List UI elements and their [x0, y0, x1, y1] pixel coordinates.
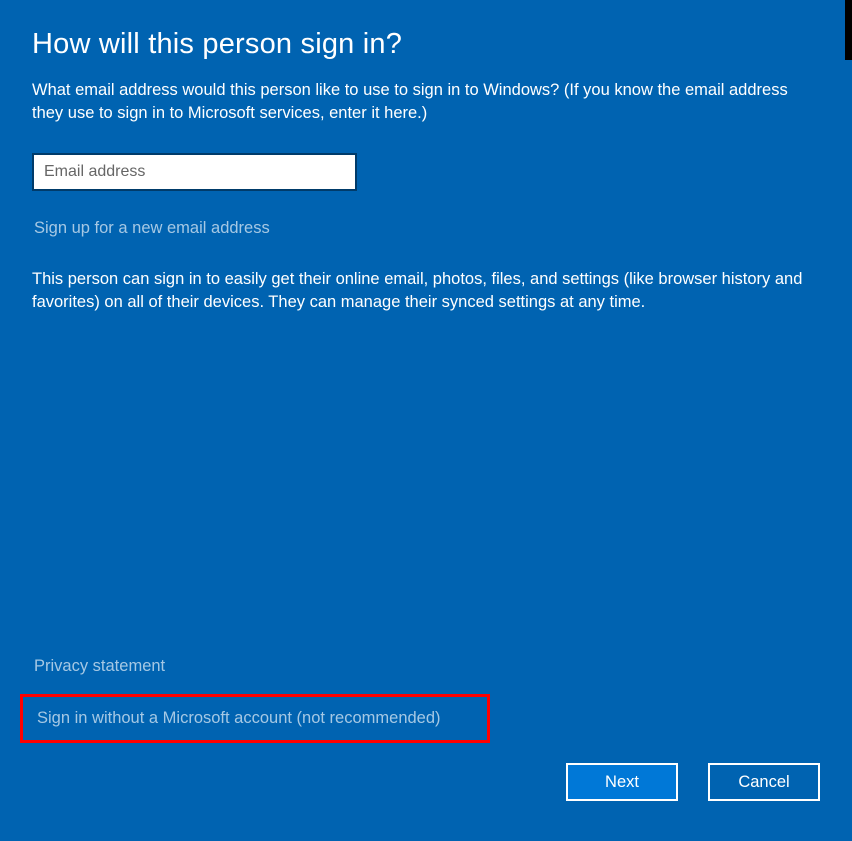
email-input[interactable] [32, 153, 357, 191]
scrollbar-indicator [845, 0, 852, 60]
privacy-statement-link[interactable]: Privacy statement [34, 657, 165, 676]
next-button[interactable]: Next [566, 763, 678, 801]
dialog-content: How will this person sign in? What email… [0, 0, 852, 841]
sync-description-text: This person can sign in to easily get th… [32, 268, 820, 314]
highlighted-annotation-box: Sign in without a Microsoft account (not… [20, 694, 490, 743]
page-title: How will this person sign in? [32, 28, 820, 61]
button-row: Next Cancel [32, 763, 820, 801]
spacer [32, 314, 820, 657]
cancel-button[interactable]: Cancel [708, 763, 820, 801]
description-text: What email address would this person lik… [32, 79, 812, 125]
sign-in-without-account-link[interactable]: Sign in without a Microsoft account (not… [37, 709, 441, 727]
signup-link[interactable]: Sign up for a new email address [34, 219, 270, 238]
